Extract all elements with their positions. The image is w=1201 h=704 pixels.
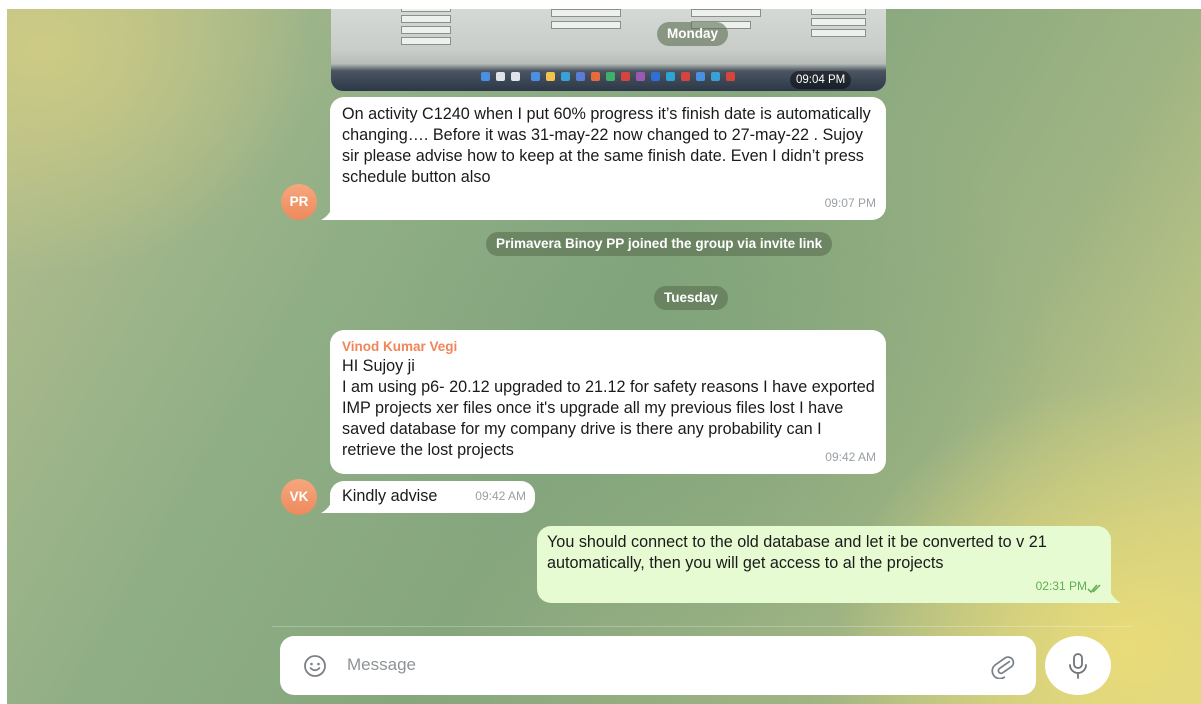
bubble-tail [321,499,333,513]
incoming-message[interactable]: Kindly advise 09:42 AM [330,481,535,513]
message-text: HI Sujoy ji I am using p6- 20.12 upgrade… [342,357,875,459]
message-input[interactable]: Message [347,655,416,675]
message-composer[interactable]: Message [280,636,1036,695]
message-time: 09:42 AM [475,489,526,503]
avatar[interactable]: VK [281,479,317,515]
bubble-tail [321,206,333,220]
top-edge [0,0,1201,9]
paperclip-icon[interactable] [990,653,1016,679]
outgoing-message[interactable]: You should connect to the old database a… [537,526,1111,603]
message-time: 09:42 AM [825,450,876,464]
microphone-icon [1069,653,1087,679]
chat-window: Monday 09:04 PM On activity C1240 when I… [7,9,1201,704]
double-check-icon [1087,584,1101,594]
emoji-icon[interactable] [303,654,327,678]
sender-name[interactable]: Vinod Kumar Vegi [342,338,876,356]
avatar[interactable]: PR [281,184,317,220]
left-edge [0,0,7,704]
bubble-tail [1109,589,1121,603]
message-text: Kindly advise [342,487,438,505]
image-timestamp: 09:04 PM [790,71,852,89]
date-separator-tuesday: Tuesday [654,286,728,310]
composer-divider [272,626,1132,627]
incoming-message[interactable]: On activity C1240 when I put 60% progres… [330,97,886,220]
voice-record-button[interactable] [1045,636,1111,695]
message-time: 09:07 PM [824,196,876,210]
message-text: You should connect to the old database a… [547,533,1047,572]
screenshot-form-area [341,9,876,49]
incoming-message[interactable]: Vinod Kumar Vegi HI Sujoy ji I am using … [330,330,886,474]
message-time: 02:31 PM [1035,579,1087,593]
service-message: Primavera Binoy PP joined the group via … [486,232,833,256]
message-text: On activity C1240 when I put 60% progres… [342,105,871,186]
date-separator-monday: Monday [657,22,729,46]
